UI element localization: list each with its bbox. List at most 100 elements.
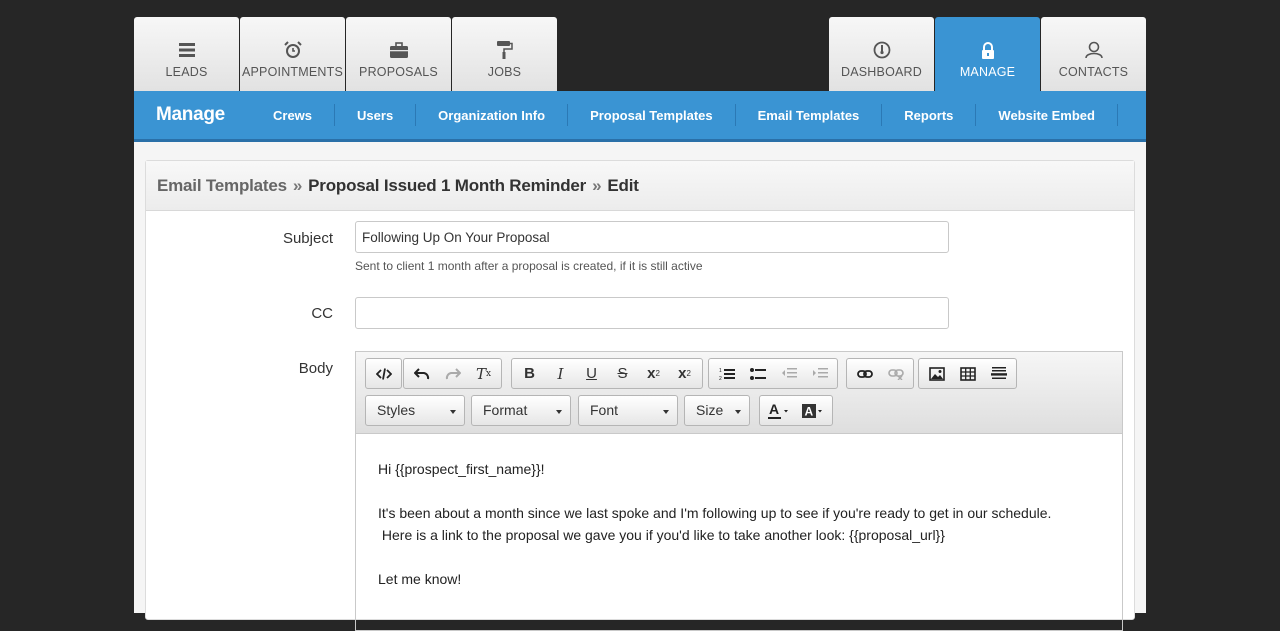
editor-content-area[interactable]: Hi {{prospect_first_name}}! It's been ab…	[356, 434, 1122, 614]
chevron-down-icon	[735, 410, 741, 414]
subject-input[interactable]: Following Up On Your Proposal	[355, 221, 949, 253]
indent-icon[interactable]	[804, 359, 835, 388]
chevron-down-icon	[556, 410, 562, 414]
image-icon[interactable]	[921, 359, 952, 388]
rich-text-editor: Tx B I U S x2 x2 12 Styles Format Font S…	[355, 351, 1123, 631]
main-nav-right: DASHBOARD MANAGE CONTACTS	[828, 17, 1146, 91]
lock-icon	[981, 41, 995, 59]
body-label: Body	[298, 360, 333, 377]
styles-dropdown[interactable]: Styles	[365, 395, 465, 426]
font-dropdown[interactable]: Font	[578, 395, 678, 426]
cc-input[interactable]	[355, 297, 949, 329]
text-color-icon[interactable]: A	[762, 396, 796, 425]
subnav-item-proposal-templates[interactable]: Proposal Templates	[568, 104, 736, 126]
link-icon[interactable]	[849, 359, 880, 388]
undo-icon[interactable]	[406, 359, 437, 388]
font-dropdown-label: Font	[590, 402, 619, 418]
breadcrumb-current: Proposal Issued 1 Month Reminder	[308, 175, 587, 195]
body-line: It's been about a month since we last sp…	[378, 505, 1052, 521]
list-group: 12	[708, 358, 838, 389]
subject-help-text: Sent to client 1 month after a proposal …	[355, 259, 703, 273]
size-dropdown[interactable]: Size	[684, 395, 750, 426]
body-line	[378, 480, 1100, 502]
redo-icon[interactable]	[437, 359, 468, 388]
svg-text:1: 1	[719, 368, 722, 374]
paint-roller-icon	[496, 41, 513, 59]
table-icon[interactable]	[952, 359, 983, 388]
subnav-item-organization-info[interactable]: Organization Info	[416, 104, 569, 126]
bulleted-list-icon[interactable]	[742, 359, 773, 388]
horizontal-line-icon[interactable]	[983, 359, 1014, 388]
briefcase-icon	[389, 41, 408, 59]
svg-text:2: 2	[719, 376, 722, 381]
breadcrumb-separator: »	[592, 175, 602, 195]
tab-dashboard[interactable]: DASHBOARD	[829, 17, 934, 91]
numbered-list-icon[interactable]: 12	[711, 359, 742, 388]
tab-label: APPOINTMENTS	[241, 65, 344, 79]
body-line	[378, 546, 1100, 568]
alarm-clock-icon	[283, 41, 302, 59]
underline-icon[interactable]: U	[576, 359, 607, 388]
strikethrough-icon[interactable]: S	[607, 359, 638, 388]
unlink-icon[interactable]	[880, 359, 911, 388]
background-color-icon[interactable]: A	[796, 396, 830, 425]
italic-icon[interactable]: I	[545, 359, 576, 388]
format-dropdown[interactable]: Format	[471, 395, 571, 426]
subnav-item-crews[interactable]: Crews	[251, 104, 336, 126]
body-line: Hi {{prospect_first_name}}!	[378, 461, 545, 477]
subnav-title: Manage	[156, 104, 225, 125]
breadcrumb-separator: »	[292, 175, 303, 195]
tab-label: DASHBOARD	[841, 65, 922, 79]
chevron-down-icon	[663, 410, 669, 414]
main-nav-left: LEADS APPOINTMENTS PROPOSALS JOBS	[134, 17, 558, 91]
subnav-item-reports[interactable]: Reports	[882, 104, 977, 126]
clear-formatting-icon[interactable]: Tx	[468, 359, 499, 388]
content-area: Email Templates » Proposal Issued 1 Mont…	[134, 142, 1146, 631]
link-group	[846, 358, 914, 389]
subnav-item-users[interactable]: Users	[335, 104, 417, 126]
superscript-icon[interactable]: x2	[669, 359, 700, 388]
basic-styles-group: B I U S x2 x2	[511, 358, 703, 389]
dashboard-gauge-icon	[873, 41, 891, 59]
editor-toolbar: Tx B I U S x2 x2 12 Styles Format Font S…	[356, 352, 1122, 434]
size-dropdown-label: Size	[696, 402, 724, 418]
edit-template-panel: Email Templates » Proposal Issued 1 Mont…	[145, 160, 1135, 631]
source-code-icon[interactable]	[368, 359, 399, 388]
tab-jobs[interactable]: JOBS	[452, 17, 557, 91]
source-group	[365, 358, 402, 389]
tab-label: LEADS	[165, 65, 208, 79]
tab-manage[interactable]: MANAGE	[935, 17, 1040, 91]
app: LEADS APPOINTMENTS PROPOSALS JOBS DASHBO…	[134, 17, 1146, 631]
tab-appointments[interactable]: APPOINTMENTS	[240, 17, 345, 91]
breadcrumb: Email Templates » Proposal Issued 1 Mont…	[146, 161, 1134, 211]
subscript-icon[interactable]: x2	[638, 359, 669, 388]
subnav-item-email-templates[interactable]: Email Templates	[736, 104, 883, 126]
breadcrumb-email-templates[interactable]: Email Templates	[157, 176, 287, 196]
body-line: Here is a link to the proposal we gave y…	[378, 527, 945, 543]
bold-icon[interactable]: B	[514, 359, 545, 388]
body-line: Let me know!	[378, 571, 462, 587]
tab-proposals[interactable]: PROPOSALS	[346, 17, 451, 91]
insert-group	[918, 358, 1017, 389]
subject-label: Subject	[282, 230, 333, 247]
svg-text:A: A	[805, 404, 814, 418]
subnav-item-website-embed[interactable]: Website Embed	[976, 104, 1118, 126]
tab-contacts[interactable]: CONTACTS	[1041, 17, 1146, 91]
contacts-icon	[1084, 41, 1104, 59]
svg-text:A: A	[769, 402, 779, 417]
cc-label: CC	[311, 305, 333, 322]
outdent-icon[interactable]	[773, 359, 804, 388]
color-group: A A	[759, 395, 833, 426]
format-dropdown-label: Format	[483, 402, 528, 418]
tab-label: JOBS	[487, 65, 522, 79]
styles-dropdown-label: Styles	[377, 402, 416, 418]
leads-icon	[178, 41, 195, 59]
tab-label: PROPOSALS	[359, 65, 438, 79]
breadcrumb-action: Edit	[607, 175, 639, 195]
tab-label: CONTACTS	[1058, 65, 1129, 79]
tab-label: MANAGE	[959, 65, 1016, 79]
chevron-down-icon	[450, 410, 456, 414]
sub-navigation: Manage Crews Users Organization Info Pro…	[134, 91, 1146, 142]
history-group: Tx	[403, 358, 502, 389]
tab-leads[interactable]: LEADS	[134, 17, 239, 91]
